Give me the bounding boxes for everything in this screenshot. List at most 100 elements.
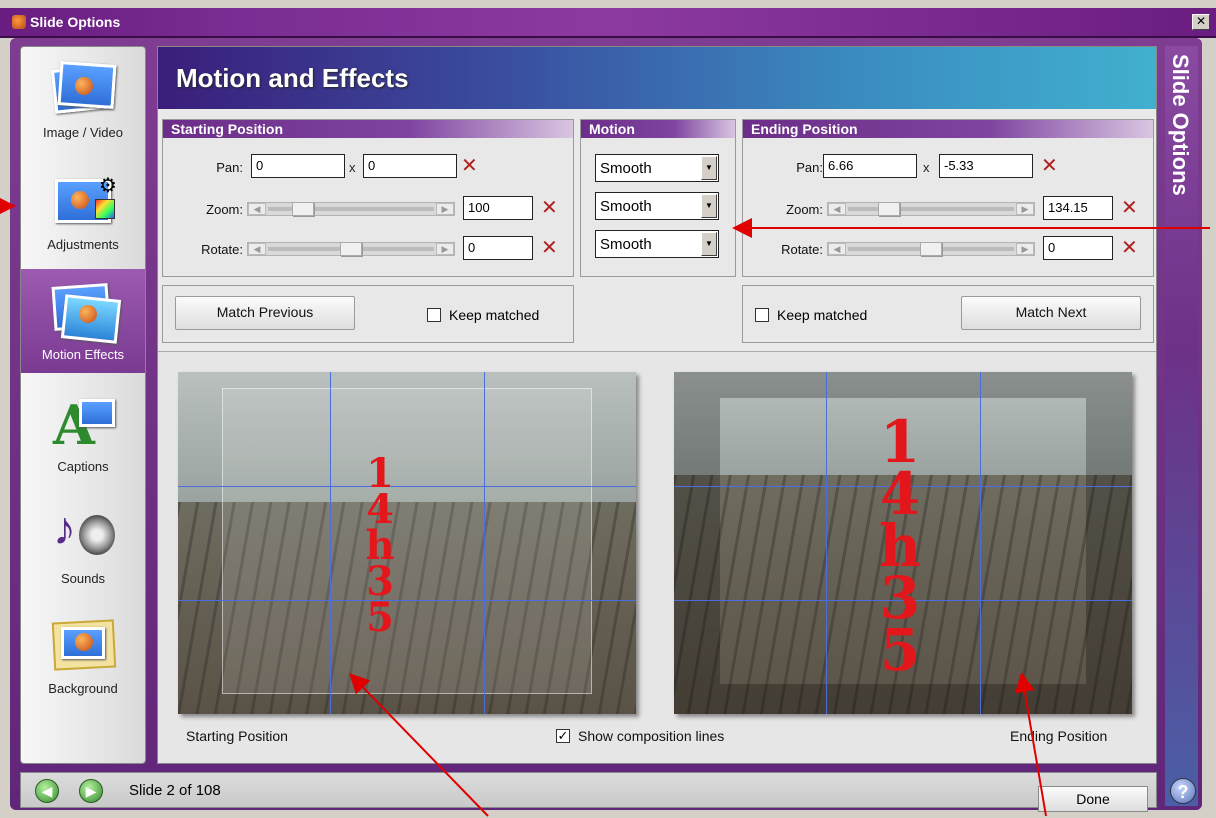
- slider-right-arrow-icon[interactable]: ▶: [436, 203, 454, 215]
- start-pan-y-input[interactable]: 0: [363, 154, 457, 178]
- help-icon[interactable]: ?: [1170, 778, 1196, 804]
- sidebar-item-background[interactable]: Background: [21, 603, 145, 707]
- reset-rotate-icon[interactable]: ✕: [541, 238, 558, 258]
- sidebar-item-sounds[interactable]: ♪ Sounds: [21, 493, 145, 597]
- chevron-down-icon[interactable]: ▼: [701, 232, 717, 256]
- slide-options-side-bar: Slide Options: [1165, 46, 1198, 806]
- start-preview-image[interactable]: 14h35: [178, 372, 636, 714]
- title-bar: Slide Options ✕: [0, 8, 1216, 38]
- slide-counter: Slide 2 of 108: [129, 782, 221, 799]
- end-pan-y-input[interactable]: -5.33: [939, 154, 1033, 178]
- sidebar-item-image-video[interactable]: Image / Video: [21, 47, 145, 151]
- end-preview-image[interactable]: 14h35: [674, 372, 1132, 714]
- slider-left-arrow-icon[interactable]: ◀: [828, 243, 846, 255]
- rotate-label: Rotate:: [201, 242, 243, 257]
- slide-options-window: Slide Options ✕ Image / Video ⚙ Adjustme…: [0, 0, 1216, 818]
- start-rotate-input[interactable]: 0: [463, 236, 533, 260]
- end-zoom-input[interactable]: 134.15: [1043, 196, 1113, 220]
- ending-position-panel: Ending Position Pan: 6.66 x -5.33 ✕ Zoom…: [742, 119, 1154, 277]
- sidebar-item-adjustments[interactable]: ⚙ Adjustments: [21, 159, 145, 263]
- images-icon: [49, 57, 119, 119]
- sidebar: Image / Video ⚙ Adjustments Motion Effec…: [20, 46, 146, 764]
- sidebar-item-label: Captions: [57, 459, 109, 474]
- end-preview-label: Ending Position: [1010, 728, 1108, 744]
- side-bar-title: Slide Options: [1168, 54, 1193, 196]
- bottom-bar: ◀ ▶ Slide 2 of 108: [20, 772, 1157, 808]
- slider-thumb[interactable]: [920, 242, 942, 256]
- slider-left-arrow-icon[interactable]: ◀: [828, 203, 846, 215]
- zoom-motion-select[interactable]: Smooth ▼: [595, 192, 719, 220]
- start-zoom-slider[interactable]: ◀ ▶: [247, 202, 455, 216]
- adjustments-icon: ⚙: [49, 169, 119, 231]
- timestamp-overlay: 14h35: [878, 408, 922, 684]
- show-composition-lines-label: Show composition lines: [578, 728, 725, 744]
- end-rotate-slider[interactable]: ◀ ▶: [827, 242, 1035, 256]
- slider-left-arrow-icon[interactable]: ◀: [248, 203, 266, 215]
- close-button[interactable]: ✕: [1192, 14, 1210, 30]
- panel-title: Starting Position: [163, 120, 573, 138]
- start-keep-matched-label: Keep matched: [449, 307, 540, 323]
- start-preview-label: Starting Position: [186, 728, 288, 744]
- slider-thumb[interactable]: [340, 242, 362, 256]
- timestamp-overlay: 14h35: [365, 450, 395, 641]
- match-previous-button[interactable]: Match Previous: [175, 296, 355, 330]
- reset-pan-icon[interactable]: ✕: [1041, 156, 1058, 176]
- section-header: Motion and Effects: [158, 47, 1156, 109]
- show-composition-lines-checkbox[interactable]: ✓: [556, 729, 570, 743]
- match-next-button[interactable]: Match Next: [961, 296, 1141, 330]
- slider-thumb[interactable]: [878, 202, 900, 216]
- motion-panel: Motion Smooth ▼ Smooth ▼ Smooth ▼: [580, 119, 736, 277]
- next-slide-button[interactable]: ▶: [79, 779, 103, 803]
- reset-zoom-icon[interactable]: ✕: [1121, 198, 1138, 218]
- sidebar-item-label: Motion Effects: [41, 347, 125, 362]
- zoom-label: Zoom:: [206, 202, 243, 217]
- slider-right-arrow-icon[interactable]: ▶: [436, 243, 454, 255]
- pan-x-separator: x: [349, 160, 356, 175]
- sidebar-item-captions[interactable]: A Captions: [21, 381, 145, 485]
- start-keep-matched-checkbox[interactable]: [427, 308, 441, 322]
- end-pan-x-input[interactable]: 6.66: [823, 154, 917, 178]
- app-icon: [12, 15, 26, 29]
- chevron-down-icon[interactable]: ▼: [701, 194, 717, 218]
- reset-pan-icon[interactable]: ✕: [461, 156, 478, 176]
- end-keep-matched-checkbox[interactable]: [755, 308, 769, 322]
- pan-label: Pan:: [796, 160, 823, 175]
- background-icon: [49, 613, 119, 675]
- sidebar-item-label: Background: [48, 681, 118, 696]
- previous-slide-button[interactable]: ◀: [35, 779, 59, 803]
- sidebar-item-label: Image / Video: [43, 125, 123, 140]
- done-button[interactable]: Done: [1038, 786, 1148, 812]
- rotate-motion-select[interactable]: Smooth ▼: [595, 230, 719, 258]
- slider-thumb[interactable]: [292, 202, 314, 216]
- slider-left-arrow-icon[interactable]: ◀: [248, 243, 266, 255]
- start-pan-x-input[interactable]: 0: [251, 154, 345, 178]
- pan-x-separator: x: [923, 160, 930, 175]
- starting-position-panel: Starting Position Pan: 0 x 0 ✕ Zoom: ◀ ▶…: [162, 119, 574, 277]
- panel-title: Ending Position: [743, 120, 1153, 138]
- slider-right-arrow-icon[interactable]: ▶: [1016, 203, 1034, 215]
- end-rotate-input[interactable]: 0: [1043, 236, 1113, 260]
- start-zoom-input[interactable]: 100: [463, 196, 533, 220]
- end-keep-matched-label: Keep matched: [777, 307, 868, 323]
- motion-effects-icon: [49, 279, 122, 344]
- end-zoom-slider[interactable]: ◀ ▶: [827, 202, 1035, 216]
- reset-zoom-icon[interactable]: ✕: [541, 198, 558, 218]
- window-title: Slide Options: [30, 14, 121, 30]
- preview-area: 14h35 14h35 Starting Position ✓ Show com…: [158, 351, 1156, 763]
- panel-title: Motion: [581, 120, 735, 138]
- pan-motion-select[interactable]: Smooth ▼: [595, 154, 719, 182]
- sounds-icon: ♪: [49, 502, 119, 565]
- reset-rotate-icon[interactable]: ✕: [1121, 238, 1138, 258]
- slider-right-arrow-icon[interactable]: ▶: [1016, 243, 1034, 255]
- starting-match-panel: Match Previous Keep matched: [162, 285, 574, 343]
- start-rotate-slider[interactable]: ◀ ▶: [247, 242, 455, 256]
- pan-label: Pan:: [216, 160, 243, 175]
- captions-icon: A: [49, 391, 119, 457]
- zoom-label: Zoom:: [786, 202, 823, 217]
- main-panel: Motion and Effects Starting Position Pan…: [157, 46, 1157, 764]
- sidebar-item-label: Sounds: [60, 571, 106, 586]
- rotate-label: Rotate:: [781, 242, 823, 257]
- sidebar-item-motion-effects[interactable]: Motion Effects: [21, 269, 145, 373]
- chevron-down-icon[interactable]: ▼: [701, 156, 717, 180]
- ending-match-panel: Keep matched Match Next: [742, 285, 1154, 343]
